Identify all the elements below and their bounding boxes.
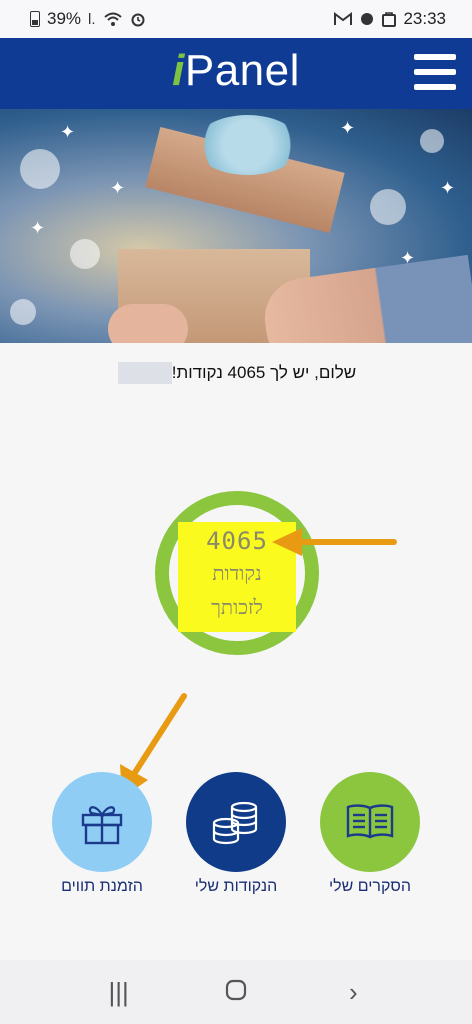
sparkle-icon: ✦ [60,122,76,142]
hand-left [108,304,188,343]
menu-bar [414,54,456,60]
my-points-button[interactable]: הנקודות שלי [172,772,300,896]
home-icon [225,979,247,1000]
battery-percent: 39% [47,9,82,28]
app-header: iPanel [0,38,472,109]
logo-i: i [172,46,185,95]
user-name-redacted [117,362,172,384]
bokeh-light [70,239,100,269]
signal-icon: l. [88,10,96,28]
arrow-annotation [272,528,397,556]
gift-bow [195,115,300,175]
gift-banner: ✦ ✦ ✦ ✦ ✦ ✦ ✦ [0,109,472,343]
invite-vouchers-circle[interactable] [52,772,152,872]
invite-vouchers-label: הזמנת תווים [61,878,143,895]
gift-icon [81,806,123,845]
bokeh-light [420,129,444,153]
alarm-icon [131,13,145,27]
my-surveys-circle[interactable] [320,772,420,872]
ipanel-logo: iPanel [0,46,472,96]
bokeh-light [10,299,36,325]
greeting-text: שלום, יש לך 4065 נקודות! [171,363,357,382]
status-right: 23:33 [334,9,446,29]
status-bar: 39% l. 23:33 [0,0,472,38]
gmail-icon [334,12,353,25]
system-nav-bar: ||| › [0,960,472,1024]
clock: 23:33 [403,9,446,28]
sparkle-icon: ✦ [340,118,356,138]
sparkle-icon: ✦ [440,178,456,198]
bokeh-light [20,149,60,189]
sparkle-icon: ✦ [110,178,126,198]
my-surveys-label: הסקרים שלי [328,878,412,895]
greeting: שלום, יש לך 4065 נקודות! [0,360,472,386]
bokeh-light [370,189,406,225]
bag-icon [382,12,397,27]
back-button[interactable]: › [333,977,373,1008]
points-label-2: לזכותך [211,595,263,619]
my-points-label: הנקודות שלי [194,878,278,895]
coins-icon [212,801,258,845]
invite-vouchers-button[interactable]: הזמנת תווים [38,772,166,896]
app-screen: 39% l. 23:33 iPanel ✦ ✦ ✦ ✦ ✦ ✦ שלום, יש… [0,0,472,1024]
battery-icon [30,11,40,27]
menu-icon[interactable] [414,54,456,90]
my-surveys-button[interactable]: הסקרים שלי [306,772,434,896]
wifi-icon [103,12,122,26]
recents-button[interactable]: ||| [99,977,139,1008]
home-button[interactable] [216,977,256,1008]
menu-bar [414,69,456,75]
status-left: 39% l. [30,9,146,29]
my-points-circle[interactable] [186,772,286,872]
open-book-icon [346,804,394,839]
menu-bar [414,84,456,90]
notification-icon [361,13,374,25]
sparkle-icon: ✦ [30,218,46,238]
logo-text: Panel [184,46,300,95]
